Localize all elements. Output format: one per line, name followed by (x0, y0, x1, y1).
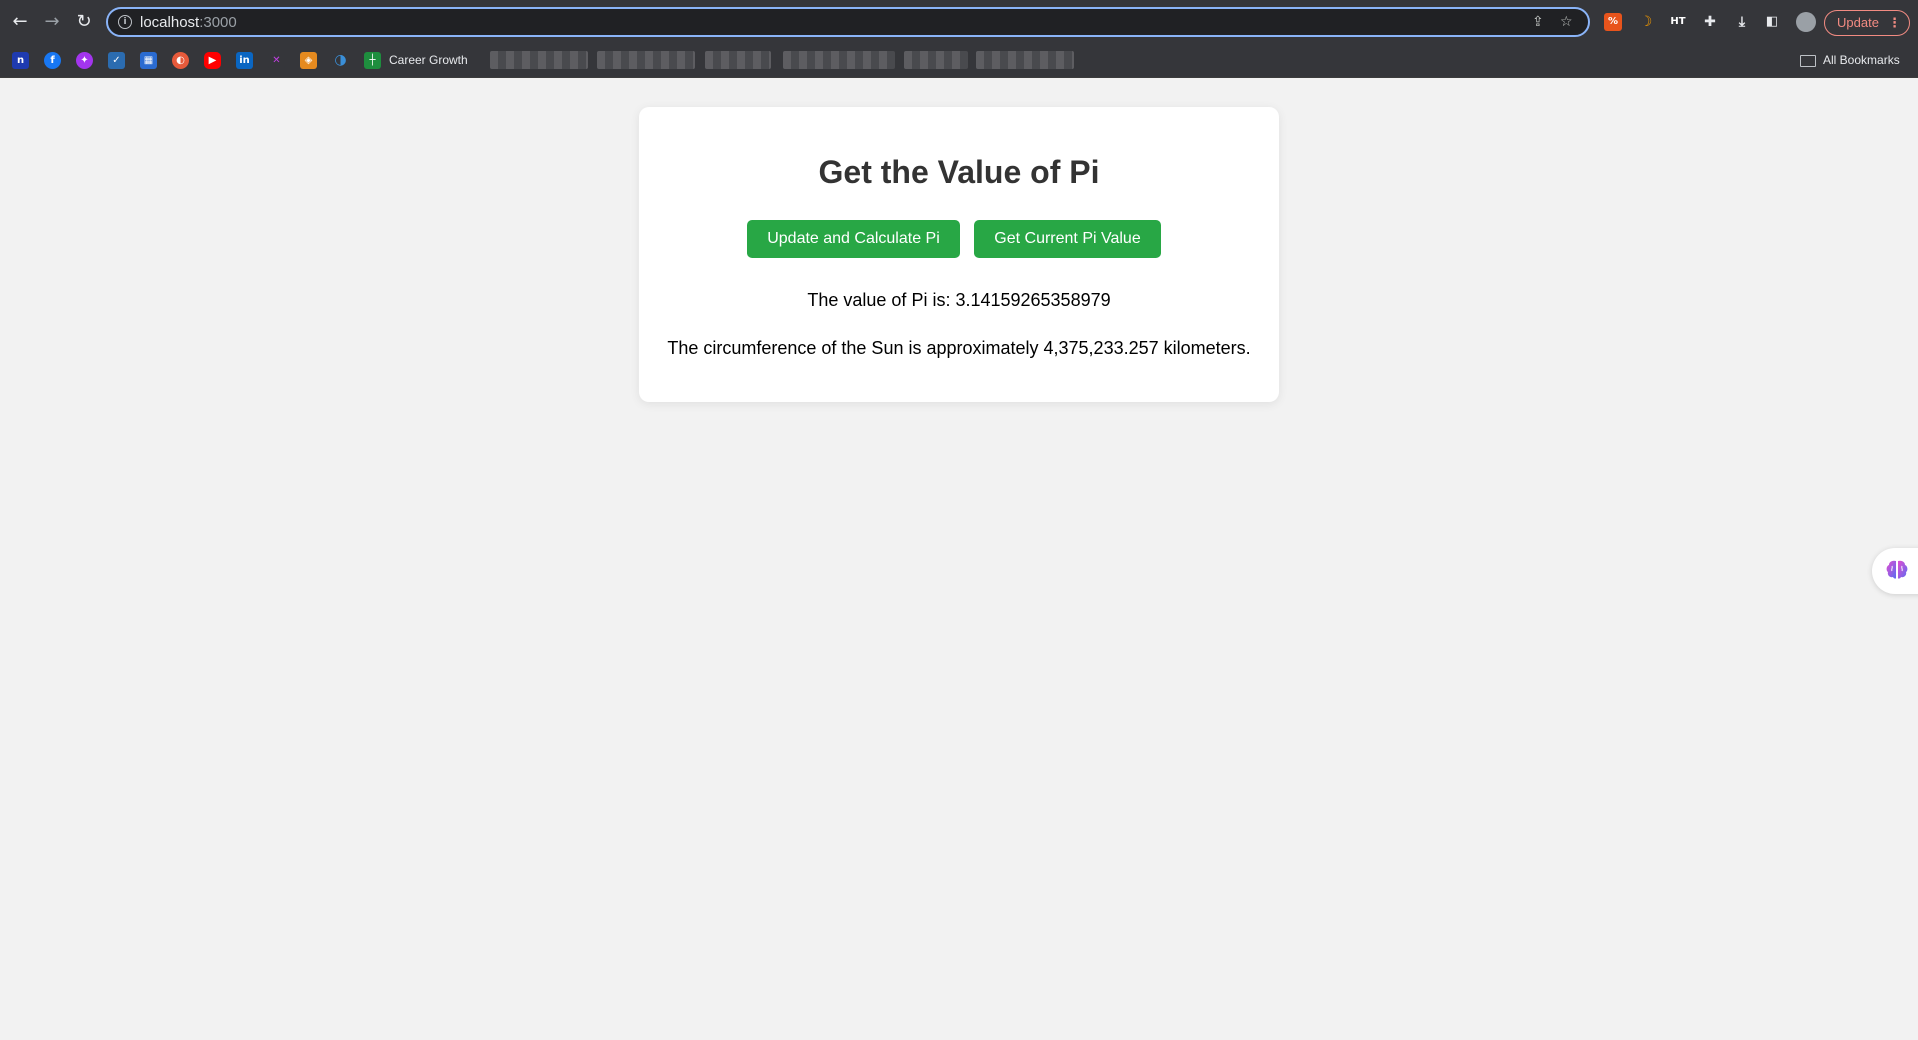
download-icon[interactable]: ⤓ (1733, 13, 1751, 31)
update-label: Update (1837, 15, 1879, 30)
sun-circumference-text: The circumference of the Sun is approxim… (667, 338, 1251, 358)
url-host: localhost (140, 14, 200, 31)
address-bar[interactable]: i localhost:3000 ⇪ ☆ (106, 7, 1590, 37)
messenger-bookmark-icon[interactable]: ✦ (76, 52, 93, 69)
orange-bookmark-icon[interactable]: ◐ (172, 52, 189, 69)
forward-icon[interactable]: → (41, 11, 63, 33)
linkedin-bookmark-icon[interactable]: in (236, 52, 253, 69)
blue-circle-bookmark-icon[interactable]: ◑ (332, 52, 349, 69)
all-bookmarks[interactable]: All Bookmarks (1823, 53, 1900, 67)
profile-avatar[interactable] (1796, 12, 1816, 32)
back-icon[interactable]: ← (9, 11, 31, 33)
ht-extension-icon[interactable]: HT (1669, 13, 1687, 31)
site-info-icon[interactable]: i (118, 15, 132, 29)
more-menu-icon[interactable]: ⋮ (1888, 11, 1901, 34)
url-text[interactable]: localhost:3000 (140, 14, 237, 31)
blurred-bookmark[interactable] (904, 51, 968, 69)
blurred-bookmark[interactable] (783, 51, 895, 69)
side-panel-icon[interactable]: ◧ (1763, 13, 1781, 31)
facebook-bookmark-icon[interactable]: f (44, 52, 61, 69)
share-icon[interactable]: ⇪ (1532, 14, 1544, 30)
brain-icon (1886, 560, 1908, 579)
grid-bookmark-icon[interactable]: ▦ (140, 52, 157, 69)
assistant-side-widget[interactable] (1872, 548, 1918, 594)
puzzle-extensions-icon[interactable]: ✚ (1701, 13, 1719, 31)
browser-chrome: ← → ↻ i localhost:3000 ⇪ ☆ % ☽ HT ✚ ⤓ ◧ … (0, 0, 1918, 78)
purple-bookmark-icon[interactable]: ✕ (268, 52, 285, 69)
naukri-bookmark-icon[interactable]: n (12, 52, 29, 69)
bookmark-star-icon[interactable]: ☆ (1560, 14, 1573, 30)
youtube-bookmark-icon[interactable]: ▶ (204, 52, 221, 69)
sheets-bookmark-icon[interactable]: ┼ (364, 52, 381, 69)
page-title: Get the Value of Pi (818, 154, 1100, 190)
update-calculate-pi-button[interactable]: Update and Calculate Pi (747, 220, 960, 258)
browser-update-button[interactable]: Update ⋮ (1824, 10, 1910, 36)
pi-value-text: The value of Pi is: 3.14159265358979 (807, 290, 1111, 310)
blurred-bookmark[interactable] (490, 51, 588, 69)
url-port: :3000 (199, 14, 237, 31)
bookmark-career-growth[interactable]: Career Growth (389, 53, 468, 67)
reload-icon[interactable]: ↻ (73, 11, 95, 33)
todo-bookmark-icon[interactable]: ✓ (108, 52, 125, 69)
blurred-bookmark[interactable] (976, 51, 1074, 69)
pi-card: Get the Value of Pi Update and Calculate… (639, 107, 1279, 402)
folder-icon (1800, 55, 1816, 67)
blurred-bookmark[interactable] (597, 51, 695, 69)
blurred-bookmark[interactable] (705, 51, 771, 69)
browser-toolbar: ← → ↻ i localhost:3000 ⇪ ☆ % ☽ HT ✚ ⤓ ◧ … (0, 0, 1918, 45)
crescent-extension-icon[interactable]: ☽ (1637, 13, 1655, 31)
shield-bookmark-icon[interactable]: ◈ (300, 52, 317, 69)
percent-extension-icon[interactable]: % (1604, 13, 1622, 31)
bookmarks-bar: n f ✦ ✓ ▦ ◐ ▶ in ✕ ◈ ◑ ┼ Career Growth A… (0, 45, 1918, 77)
get-current-pi-button[interactable]: Get Current Pi Value (974, 220, 1161, 258)
